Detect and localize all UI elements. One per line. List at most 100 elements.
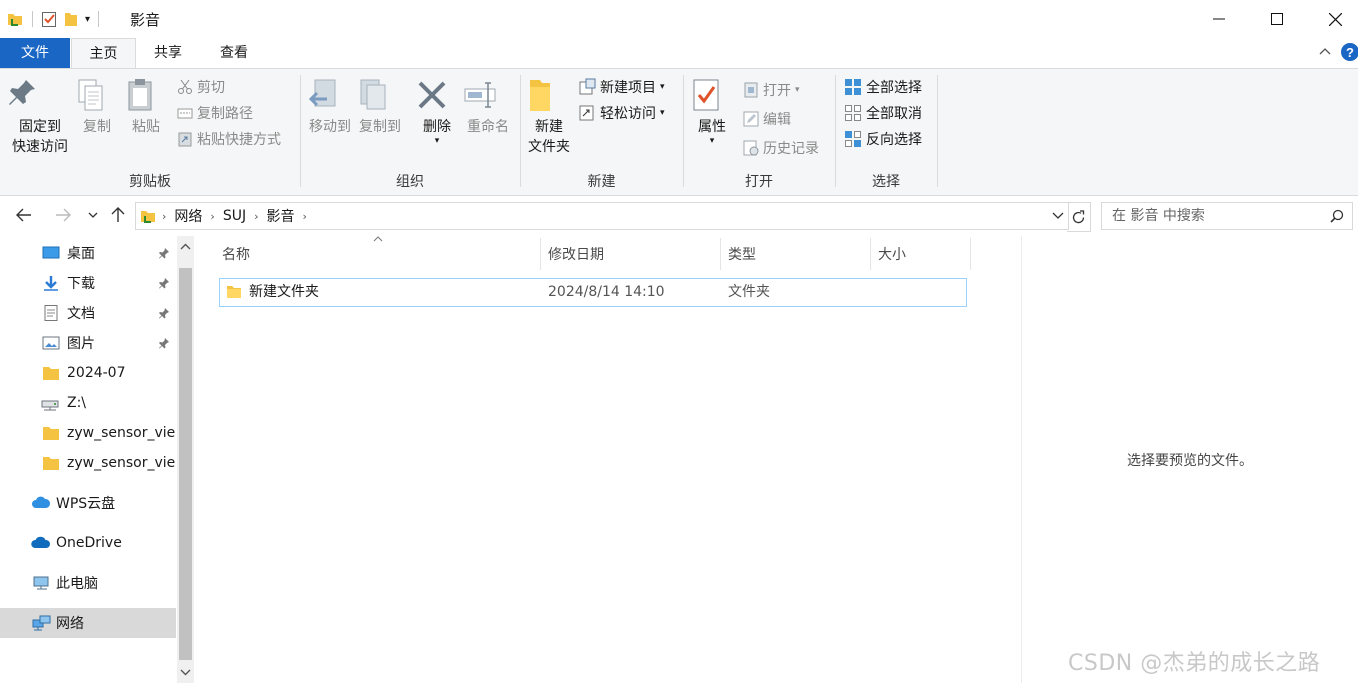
cut-button[interactable]: 剪切 [177,76,225,98]
invert-selection-button[interactable]: 反向选择 [844,128,922,150]
select-all-button[interactable]: 全部选择 [844,76,922,98]
nav-scrollbar-thumb[interactable] [179,268,192,660]
search-input[interactable] [1110,207,1329,225]
nav-item-wps-cloud[interactable]: WPS云盘 [0,488,176,518]
nav-item-zyw-sensor-1[interactable]: zyw_sensor_vie [0,418,176,448]
up-button[interactable] [106,203,130,227]
breadcrumb-chevron[interactable]: › [210,210,214,223]
paste-icon [125,77,167,113]
open-button[interactable]: 打开 ▾ [743,79,800,101]
paste-shortcut-label: 粘贴快捷方式 [197,132,281,148]
breadcrumb-chevron[interactable]: › [302,210,306,223]
scroll-up-icon[interactable] [179,242,192,252]
scroll-down-icon[interactable] [179,667,192,677]
breadcrumb-network[interactable]: 网络 [174,206,202,226]
nav-item-this-pc[interactable]: 此电脑 [0,568,176,598]
properties-button[interactable]: 属性 ▾ [690,77,734,146]
address-bar[interactable]: › 网络 › SUJ › 影音 › [135,202,1069,230]
new-folder-qat-icon[interactable] [63,10,79,28]
properties-qat-icon[interactable] [41,10,57,28]
pictures-icon [42,335,60,351]
copy-button[interactable]: 复制 [76,77,118,137]
move-to-button[interactable]: 移动到 [305,77,355,137]
new-item-button[interactable]: 新建项目 ▾ [578,76,665,98]
help-button[interactable]: ? [1341,43,1358,61]
tab-share[interactable]: 共享 [137,38,199,68]
new-item-dropdown-icon: ▾ [660,82,665,92]
nav-label: 2024-07 [67,365,126,381]
nav-item-desktop[interactable]: 桌面 [0,238,176,268]
nav-item-pictures[interactable]: 图片 [0,328,176,358]
copy-to-button[interactable]: 复制到 [355,77,405,137]
file-row[interactable]: 新建文件夹 2024/8/14 14:10 文件夹 [219,278,967,307]
scissors-icon [178,79,192,94]
select-all-label: 全部选择 [866,80,922,96]
breadcrumb-suj[interactable]: SUJ [223,208,246,224]
nav-item-onedrive[interactable]: OneDrive [0,528,176,558]
open-dropdown-icon: ▾ [795,85,800,95]
copy-icon [76,77,118,113]
nav-item-network[interactable]: 网络 [0,608,176,638]
history-label: 历史记录 [763,141,819,157]
forward-button[interactable] [51,203,75,227]
move-to-label: 移动到 [309,119,351,135]
easy-access-button[interactable]: 轻松访问 ▾ [578,102,665,124]
up-arrow-icon [111,207,125,222]
recent-locations-button[interactable] [82,203,104,227]
pinned-icon [158,337,170,349]
search-box[interactable] [1101,202,1353,230]
history-button[interactable]: 历史记录 [743,137,819,159]
nav-item-downloads[interactable]: 下载 [0,268,176,298]
column-header-size[interactable]: 大小 [878,238,968,270]
paste-shortcut-icon [178,132,192,147]
nav-item-drive-z[interactable]: Z:\ [0,388,176,418]
minimize-button[interactable] [1196,0,1242,38]
delete-button[interactable]: 删除 ▾ [416,77,458,146]
collapse-ribbon-button[interactable] [1318,44,1332,58]
breadcrumb-current[interactable]: 影音 [266,206,294,226]
refresh-button[interactable] [1067,202,1091,232]
close-button[interactable] [1312,0,1358,38]
nav-label: 文档 [67,306,95,322]
breadcrumb-chevron[interactable]: › [162,210,166,223]
paste-shortcut-button[interactable]: 粘贴快捷方式 [177,128,281,150]
forward-arrow-icon [56,208,71,222]
new-item-label: 新建项目 [600,80,656,96]
pin-quick-access-button[interactable]: 固定到 快速访问 [6,77,74,157]
rename-button[interactable]: 重命名 [462,77,514,137]
nav-label: WPS云盘 [56,496,116,512]
properties-dropdown-icon: ▾ [709,136,715,146]
new-folder-button[interactable]: 新建 文件夹 [524,77,574,157]
copy-path-label: 复制路径 [197,106,253,122]
download-arrow-icon [42,275,60,291]
customize-qat-icon[interactable]: ▾ [85,14,90,25]
copy-path-button[interactable]: 复制路径 [177,102,253,124]
nav-item-documents[interactable]: 文档 [0,298,176,328]
column-header-name[interactable]: 名称 [222,238,538,270]
paste-button[interactable]: 粘贴 [125,77,167,137]
file-name: 新建文件夹 [249,284,319,300]
maximize-button[interactable] [1254,0,1300,38]
organize-group-label: 组织 [396,174,424,190]
delete-x-icon [416,77,458,113]
edit-pencil-icon [743,111,759,127]
edit-button[interactable]: 编辑 [743,108,791,130]
tab-file[interactable]: 文件 [0,38,70,68]
nav-label: 桌面 [67,246,95,262]
column-header-date[interactable]: 修改日期 [548,238,718,270]
breadcrumb-chevron[interactable]: › [254,210,258,223]
folder-app-icon[interactable] [6,10,24,28]
back-button[interactable] [12,203,36,227]
search-icon[interactable] [1330,209,1344,223]
column-header-type[interactable]: 类型 [728,238,868,270]
select-none-label: 全部取消 [866,106,922,122]
nav-item-zyw-sensor-2[interactable]: zyw_sensor_vie [0,448,176,478]
nav-item-folder-2024-07[interactable]: 2024-07 [0,358,176,388]
select-none-button[interactable]: 全部取消 [844,102,922,124]
cloud-icon [31,495,51,511]
tab-view[interactable]: 查看 [203,38,265,68]
address-history-chevron-icon[interactable] [1052,212,1064,220]
network-icon [32,615,51,631]
documents-icon [42,305,60,321]
tab-home[interactable]: 主页 [71,38,136,70]
